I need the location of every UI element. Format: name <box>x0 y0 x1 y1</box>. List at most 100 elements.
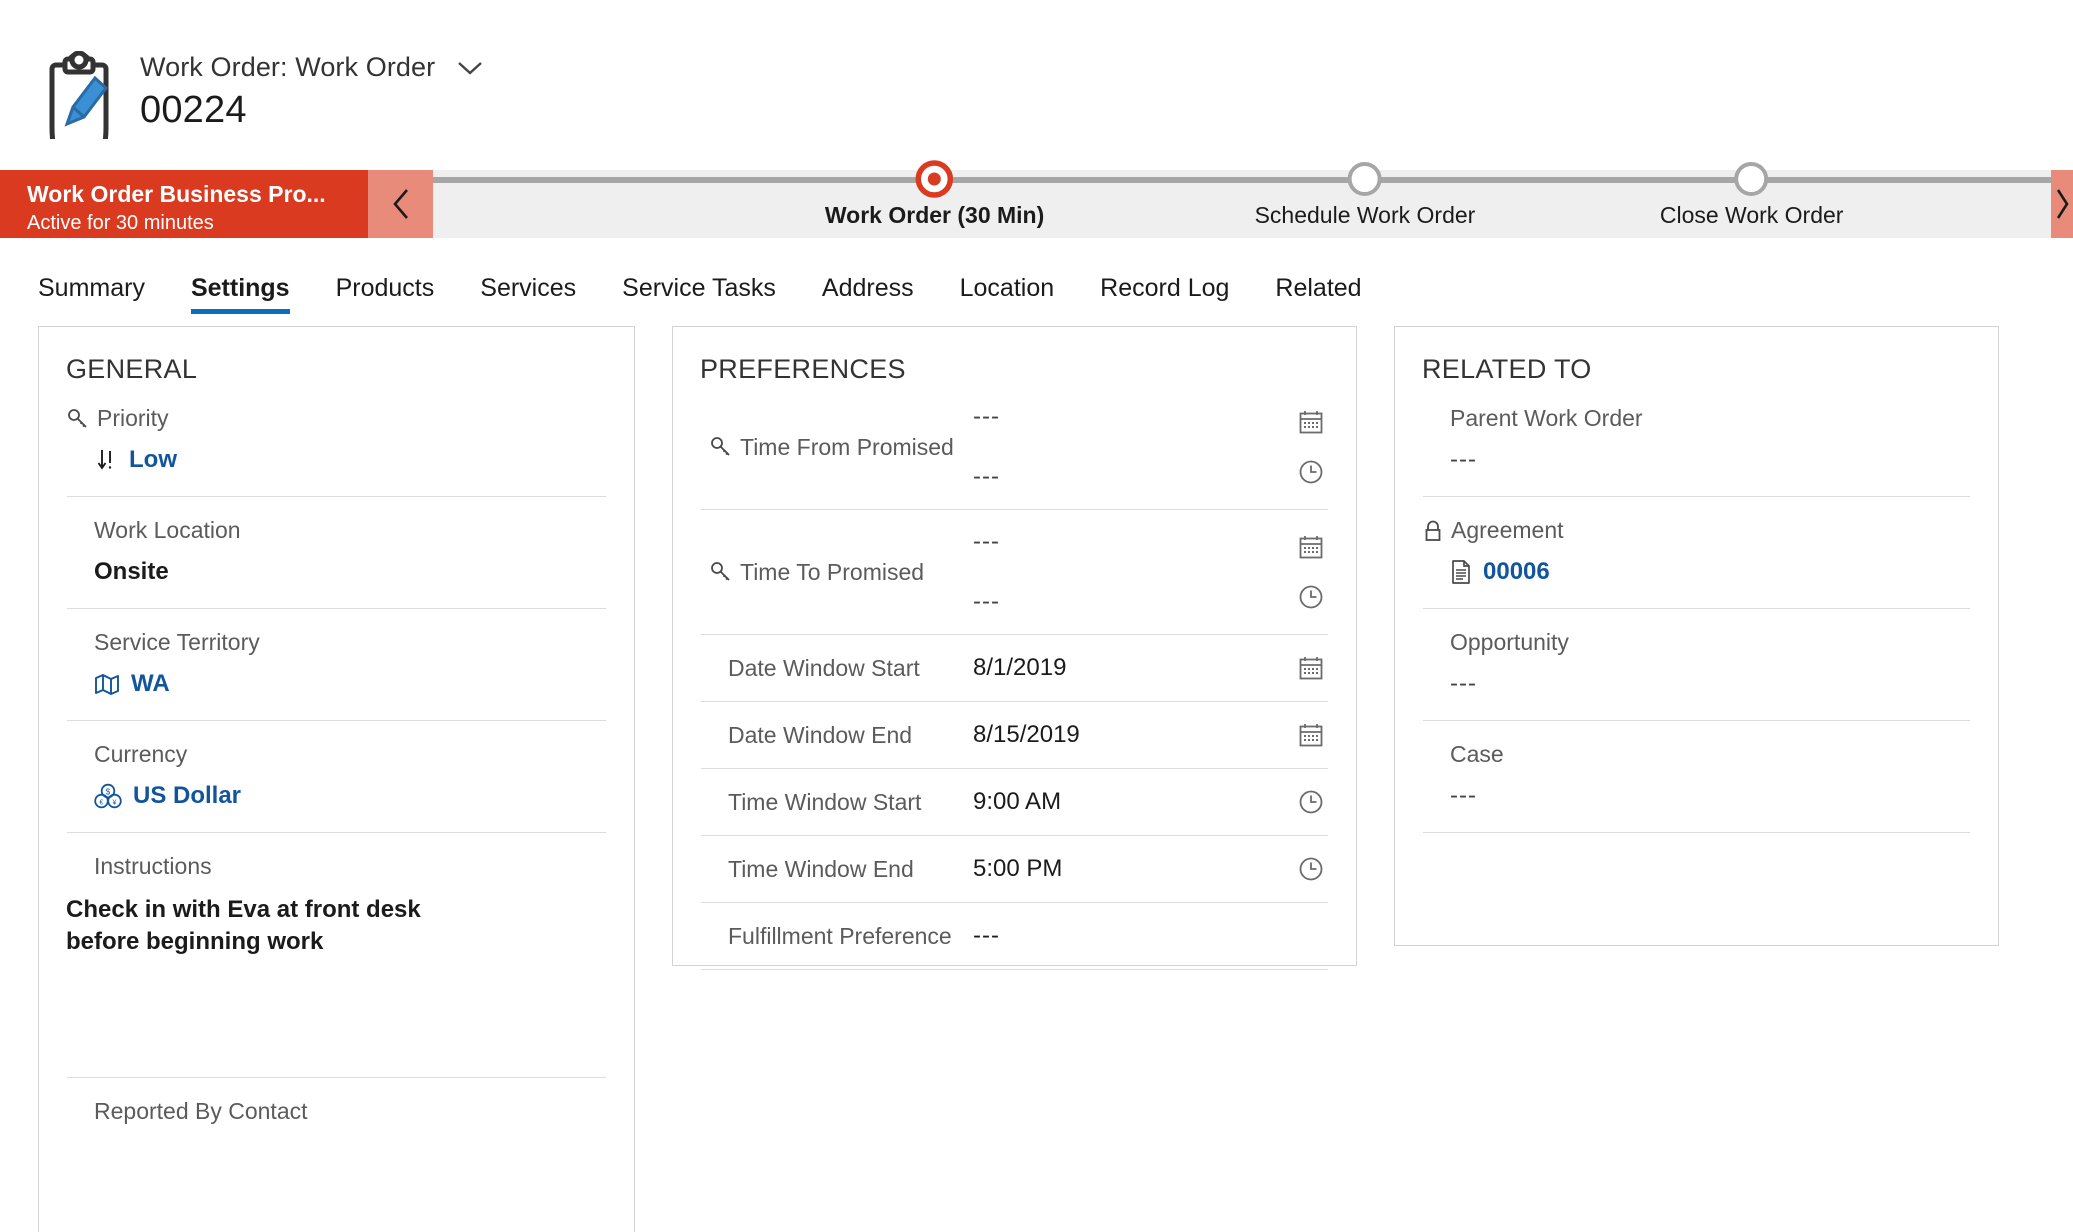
time-to-promised-label-wrapper: Time To Promised <box>701 559 973 586</box>
date-window-start-label: Date Window Start <box>728 654 920 681</box>
divider <box>1423 832 1970 833</box>
fulfillment-preference-value[interactable]: --- <box>973 922 1294 950</box>
tab-products[interactable]: Products <box>313 274 458 314</box>
stage-dot-icon <box>1733 160 1771 198</box>
business-process-flow-bar: Work Order Business Pro... Active for 30… <box>0 160 2073 238</box>
field-time-window-end: Time Window End 5:00 PM <box>673 836 1356 902</box>
field-time-from-promised: Time From Promised --- --- <box>673 385 1356 509</box>
clock-icon[interactable] <box>1294 856 1328 882</box>
key-icon <box>67 408 89 430</box>
parent-work-order-value[interactable]: --- <box>1423 432 1970 496</box>
general-section: GENERAL Priority Low Work Location Onsit… <box>38 326 635 1232</box>
process-stage-work-order[interactable]: Work Order (30 Min) <box>824 160 1045 229</box>
chevron-right-icon <box>2055 188 2069 220</box>
stage-active-dot-icon <box>915 160 954 198</box>
time-to-promised-values: --- --- <box>973 528 1294 616</box>
opportunity-label: Opportunity <box>1450 629 1569 655</box>
process-previous-button[interactable] <box>368 170 433 238</box>
svg-text:¥: ¥ <box>113 799 117 806</box>
work-location-value[interactable]: Onsite <box>67 544 606 608</box>
lock-icon <box>1423 520 1443 542</box>
currency-label: Currency <box>94 741 188 767</box>
tab-summary[interactable]: Summary <box>38 274 168 314</box>
document-icon <box>1450 559 1472 585</box>
arrow-down-low-icon <box>94 447 118 473</box>
record-number: 00224 <box>140 89 247 131</box>
agreement-label-wrapper: Agreement <box>1423 497 1970 544</box>
field-agreement: Agreement 00006 <box>1395 497 1998 608</box>
time-from-promised-date[interactable]: --- <box>973 403 1294 431</box>
tab-address[interactable]: Address <box>799 274 937 314</box>
currency-value-row[interactable]: $ € ¥ US Dollar <box>67 768 606 832</box>
tab-services[interactable]: Services <box>457 274 599 314</box>
map-icon <box>94 673 120 695</box>
field-date-window-end: Date Window End 8/15/2019 <box>673 702 1356 768</box>
service-territory-label: Service Territory <box>94 629 260 655</box>
field-time-window-start: Time Window Start 9:00 AM <box>673 769 1356 835</box>
process-stages: Work Order (30 Min) Schedule Work Order … <box>433 160 2051 238</box>
field-service-territory: Service Territory WA <box>39 609 634 720</box>
stage-label: Work Order (30 Min) <box>824 202 1045 228</box>
time-from-promised-time[interactable]: --- <box>973 463 1294 491</box>
case-label: Case <box>1450 741 1504 767</box>
clock-icon[interactable] <box>1298 459 1324 485</box>
time-from-promised-label-wrapper: Time From Promised <box>701 434 973 461</box>
chevron-down-icon[interactable] <box>457 60 483 76</box>
field-case: Case --- <box>1395 721 1998 832</box>
time-window-start-value[interactable]: 9:00 AM <box>973 788 1294 816</box>
instructions-value[interactable]: Check in with Eva at front desk before b… <box>39 880 509 959</box>
coins-icon: $ € ¥ <box>94 783 122 809</box>
process-name-panel[interactable]: Work Order Business Pro... Active for 30… <box>0 170 368 238</box>
clock-icon[interactable] <box>1298 584 1324 610</box>
process-stage-close-work-order[interactable]: Close Work Order <box>1659 162 1844 229</box>
field-instructions: Instructions <box>39 833 634 880</box>
agreement-value-row[interactable]: 00006 <box>1423 544 1970 608</box>
field-work-location: Work Location Onsite <box>39 497 634 608</box>
date-window-end-value[interactable]: 8/15/2019 <box>973 721 1294 749</box>
agreement-label: Agreement <box>1451 517 1564 543</box>
time-to-promised-label: Time To Promised <box>740 558 925 585</box>
process-stage-schedule-work-order[interactable]: Schedule Work Order <box>1254 162 1476 229</box>
tab-settings[interactable]: Settings <box>168 274 313 314</box>
service-territory-value-row[interactable]: WA <box>67 656 606 720</box>
page-title: Work Order: Work Order <box>140 52 436 82</box>
field-reported-by-contact: Reported By Contact <box>39 1078 634 1125</box>
form-body: GENERAL Priority Low Work Location Onsit… <box>0 314 2073 1232</box>
chevron-left-icon <box>392 188 410 220</box>
clock-icon[interactable] <box>1294 789 1328 815</box>
opportunity-value[interactable]: --- <box>1423 656 1970 720</box>
calendar-icon[interactable] <box>1294 655 1328 681</box>
currency-value[interactable]: US Dollar <box>133 782 241 810</box>
date-window-start-value[interactable]: 8/1/2019 <box>973 654 1294 682</box>
field-fulfillment-preference: Fulfillment Preference --- <box>673 903 1356 969</box>
field-currency: Currency $ € ¥ US Dollar <box>39 721 634 832</box>
work-location-label: Work Location <box>94 517 241 543</box>
tab-location[interactable]: Location <box>937 274 1078 314</box>
time-from-promised-icons <box>1294 409 1328 485</box>
key-icon <box>710 561 732 583</box>
field-parent-work-order: Parent Work Order --- <box>1395 385 1998 496</box>
calendar-icon[interactable] <box>1294 722 1328 748</box>
service-territory-value[interactable]: WA <box>131 670 170 698</box>
tab-related[interactable]: Related <box>1252 274 1384 314</box>
preferences-section-title: PREFERENCES <box>700 354 906 384</box>
time-to-promised-icons <box>1294 534 1328 610</box>
tab-service-tasks[interactable]: Service Tasks <box>599 274 799 314</box>
priority-value-row[interactable]: Low <box>67 432 606 496</box>
divider <box>701 969 1328 970</box>
stage-label: Close Work Order <box>1659 202 1844 228</box>
date-window-end-label: Date Window End <box>728 721 913 748</box>
parent-work-order-label: Parent Work Order <box>1450 405 1643 431</box>
process-name: Work Order Business Pro... <box>27 181 326 208</box>
agreement-value[interactable]: 00006 <box>1483 558 1550 586</box>
priority-value[interactable]: Low <box>129 446 177 474</box>
time-to-promised-time[interactable]: --- <box>973 588 1294 616</box>
process-next-button[interactable] <box>2051 170 2073 238</box>
time-to-promised-date[interactable]: --- <box>973 528 1294 556</box>
calendar-icon[interactable] <box>1298 534 1324 560</box>
stage-label: Schedule Work Order <box>1254 202 1476 228</box>
calendar-icon[interactable] <box>1298 409 1324 435</box>
time-window-end-value[interactable]: 5:00 PM <box>973 855 1294 883</box>
tab-record-log[interactable]: Record Log <box>1077 274 1252 314</box>
case-value[interactable]: --- <box>1423 768 1970 832</box>
